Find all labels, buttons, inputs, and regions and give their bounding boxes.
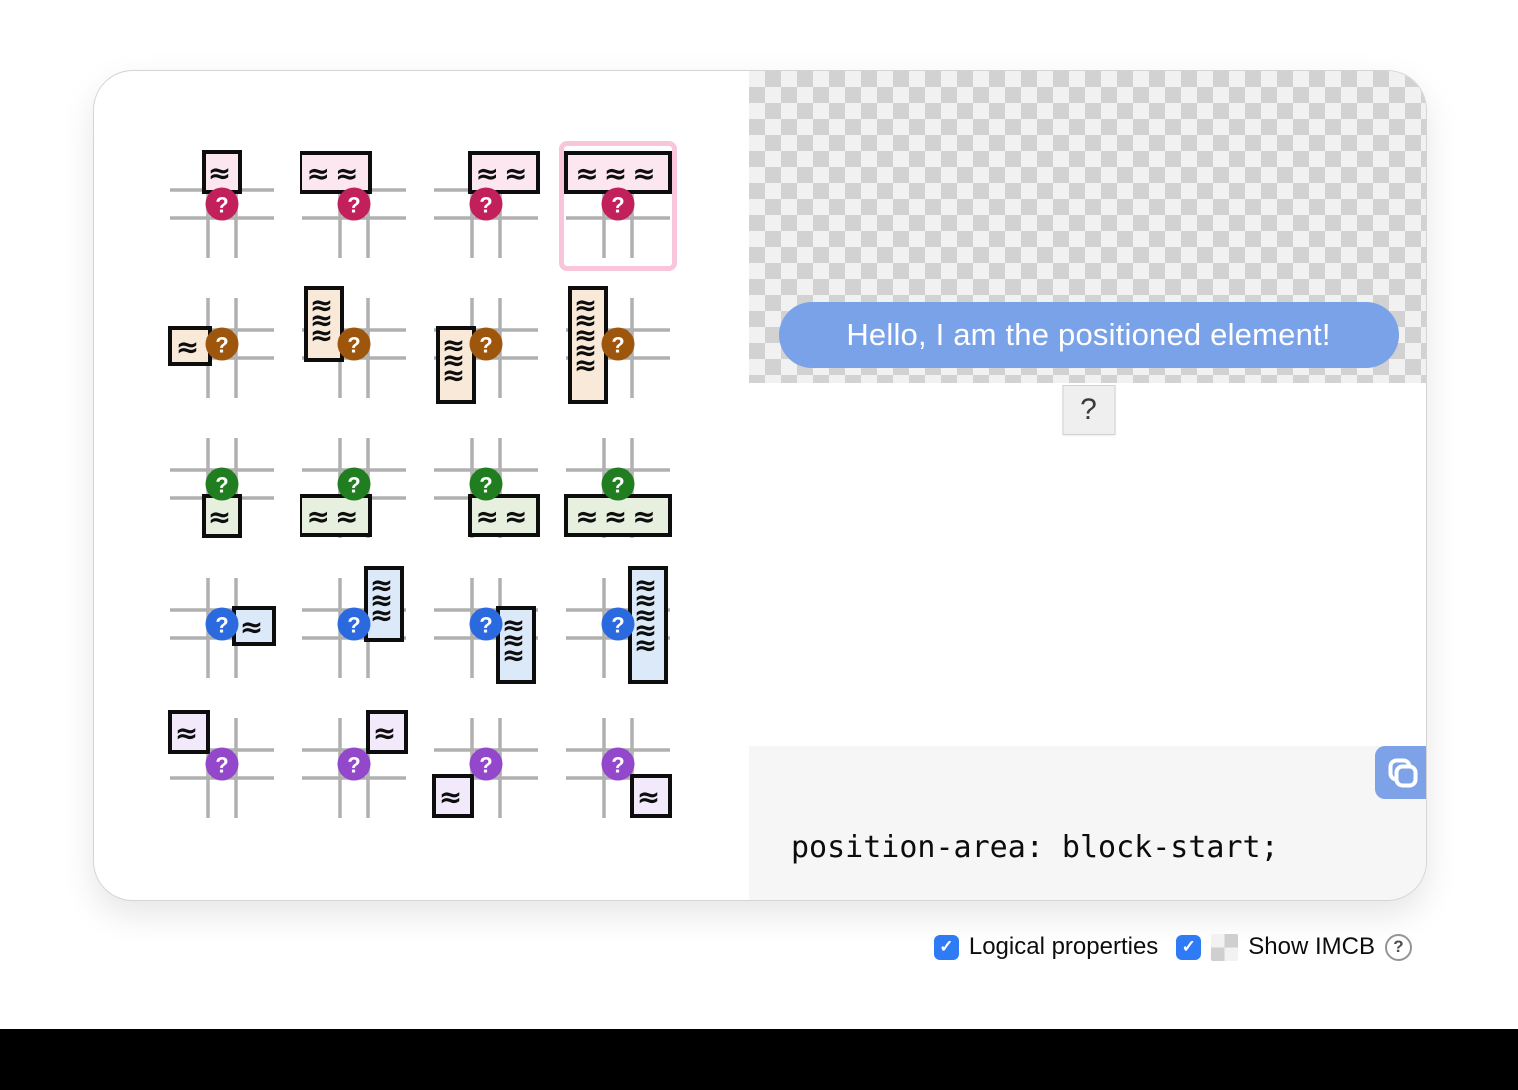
svg-text:?: ? (347, 613, 360, 638)
svg-text:≈: ≈ (439, 781, 467, 814)
svg-text:≈≈≈: ≈≈≈ (575, 500, 660, 533)
svg-text:≈≈≈: ≈≈≈ (575, 157, 660, 190)
copy-icon (1385, 756, 1419, 790)
picker-option-corner-block-start-inline-start[interactable]: ≈? (163, 701, 281, 831)
footer-controls: ✓ Logical properties ✓ Show IMCB ? (934, 928, 1412, 966)
svg-text:?: ? (215, 193, 228, 218)
svg-text:?: ? (215, 333, 228, 358)
svg-text:≈: ≈ (310, 319, 338, 352)
picker-option-inline-end-span-block-start[interactable]: ≈≈≈? (295, 561, 413, 691)
show-imcb-label[interactable]: Show IMCB (1248, 933, 1375, 961)
svg-text:?: ? (215, 753, 228, 778)
anchor-tool-card: ≈?≈≈?≈≈?≈≈≈?≈?≈≈≈?≈≈≈?≈≈≈≈≈?≈?≈≈?≈≈?≈≈≈?… (93, 70, 1427, 901)
show-imcb-checkbox[interactable]: ✓ (1176, 935, 1201, 960)
picker-option-inline-start-span-block-end[interactable]: ≈≈≈? (427, 281, 545, 411)
svg-text:≈: ≈ (208, 157, 236, 190)
picker-option-inline-end-center[interactable]: ≈? (163, 561, 281, 691)
picker-option-corner-block-end-inline-end[interactable]: ≈? (559, 701, 677, 831)
picker-option-block-end-span-inline-end[interactable]: ≈≈? (427, 421, 545, 551)
svg-text:?: ? (479, 753, 492, 778)
svg-text:≈: ≈ (502, 639, 530, 672)
svg-text:?: ? (611, 333, 624, 358)
svg-text:?: ? (215, 473, 228, 498)
svg-text:?: ? (347, 193, 360, 218)
help-icon[interactable]: ? (1385, 934, 1412, 961)
svg-text:?: ? (611, 193, 624, 218)
svg-text:?: ? (611, 613, 624, 638)
svg-text:≈: ≈ (637, 781, 665, 814)
picker-option-corner-block-start-inline-end[interactable]: ≈? (295, 701, 413, 831)
picker-option-block-start-span-inline-start[interactable]: ≈≈? (295, 141, 413, 271)
picker-option-block-end-span-all[interactable]: ≈≈≈? (559, 421, 677, 551)
svg-text:?: ? (347, 753, 360, 778)
letterbox-bar (0, 1029, 1518, 1090)
picker-option-block-start-span-all[interactable]: ≈≈≈? (559, 141, 677, 271)
picker-option-inline-start-span-all[interactable]: ≈≈≈≈≈? (559, 281, 677, 411)
svg-text:?: ? (479, 333, 492, 358)
svg-text:≈: ≈ (574, 349, 602, 382)
svg-text:≈≈: ≈≈ (307, 500, 364, 533)
svg-text:≈: ≈ (175, 717, 203, 750)
copy-code-button[interactable] (1375, 746, 1427, 799)
svg-text:≈: ≈ (208, 501, 236, 534)
checkerboard-icon (1211, 934, 1238, 961)
picker-option-corner-block-end-inline-start[interactable]: ≈? (427, 701, 545, 831)
code-panel: position-area: block-start; (749, 746, 1427, 901)
css-code: position-area: block-start; (791, 830, 1427, 865)
svg-text:?: ? (479, 613, 492, 638)
svg-text:≈: ≈ (442, 359, 470, 392)
picker-option-inline-start-span-block-start[interactable]: ≈≈≈? (295, 281, 413, 411)
svg-text:≈: ≈ (373, 717, 401, 750)
picker-option-block-start-center[interactable]: ≈? (163, 141, 281, 271)
picker-option-inline-end-span-all[interactable]: ≈≈≈≈≈? (559, 561, 677, 691)
anchor-element: ? (1062, 385, 1115, 435)
picker-option-block-end-span-inline-start[interactable]: ≈≈? (295, 421, 413, 551)
logical-properties-label[interactable]: Logical properties (969, 933, 1158, 961)
svg-text:≈≈: ≈≈ (476, 157, 533, 190)
svg-text:≈: ≈ (370, 599, 398, 632)
position-area-picker: ≈?≈≈?≈≈?≈≈≈?≈?≈≈≈?≈≈≈?≈≈≈≈≈?≈?≈≈?≈≈?≈≈≈?… (163, 141, 677, 831)
svg-text:?: ? (611, 473, 624, 498)
svg-text:?: ? (215, 613, 228, 638)
picker-option-block-end-center[interactable]: ≈? (163, 421, 281, 551)
svg-text:≈: ≈ (176, 331, 204, 364)
svg-text:≈≈: ≈≈ (307, 157, 364, 190)
picker-option-block-start-span-inline-end[interactable]: ≈≈? (427, 141, 545, 271)
svg-text:?: ? (611, 753, 624, 778)
svg-text:≈≈: ≈≈ (476, 500, 533, 533)
svg-text:≈: ≈ (634, 629, 662, 662)
picker-option-inline-start-center[interactable]: ≈? (163, 281, 281, 411)
svg-text:?: ? (479, 193, 492, 218)
preview-pane: Hello, I am the positioned element! ? po… (749, 71, 1427, 901)
positioned-element: Hello, I am the positioned element! (779, 302, 1399, 368)
svg-text:?: ? (479, 473, 492, 498)
svg-text:?: ? (347, 333, 360, 358)
svg-text:≈: ≈ (240, 611, 268, 644)
svg-text:?: ? (347, 473, 360, 498)
picker-option-inline-end-span-block-end[interactable]: ≈≈≈? (427, 561, 545, 691)
logical-properties-checkbox[interactable]: ✓ (934, 935, 959, 960)
